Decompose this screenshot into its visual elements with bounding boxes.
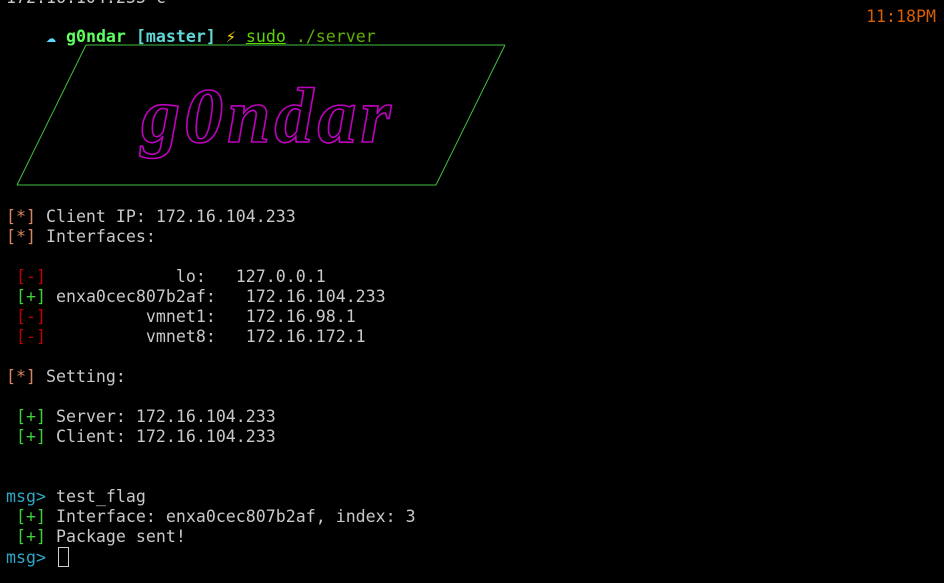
fail-bracket: [-] xyxy=(16,327,46,346)
msg-command: test_flag xyxy=(45,487,146,506)
interface-row: [-] vmnet8: 172.16.172.1 xyxy=(16,327,366,347)
setting-row: [+] Client: 172.16.104.233 xyxy=(16,427,276,447)
log-text: Client IP: 172.16.104.233 xyxy=(35,207,296,226)
interface-row: [-] vmnet1: 172.16.98.1 xyxy=(16,307,356,327)
ok-bracket: [+] xyxy=(16,407,46,426)
interface-text: vmnet1: 172.16.98.1 xyxy=(45,307,356,326)
interface-text: vmnet8: 172.16.172.1 xyxy=(45,327,366,346)
setting-row: [+] Server: 172.16.104.233 xyxy=(16,407,276,427)
result-row: [+] Package sent! xyxy=(16,527,186,547)
log-setting: [*] Setting: xyxy=(6,367,126,387)
prompt-clock: 11:18PM xyxy=(866,7,936,26)
banner-text: g0ndar xyxy=(139,72,395,159)
shell-prompt-line: ☁ g0ndar [master] ⚡ sudo ./server xyxy=(6,7,376,46)
terminal-window[interactable]: 172.16.104.233 c ☁ g0ndar [master] ⚡ sud… xyxy=(0,0,944,583)
msg-command-line: msg> test_flag xyxy=(6,487,146,507)
text-cursor[interactable] xyxy=(57,547,69,567)
msg-prompt: msg> xyxy=(6,548,46,567)
result-text: Package sent! xyxy=(45,527,186,546)
info-bracket: [*] xyxy=(6,227,36,246)
msg-prompt: msg> xyxy=(6,487,46,506)
ascii-banner: g0ndar xyxy=(16,44,506,186)
ok-bracket: [+] xyxy=(16,507,46,526)
interface-row: [-] lo: 127.0.0.1 xyxy=(16,267,326,287)
ok-bracket: [+] xyxy=(16,527,46,546)
info-bracket: [*] xyxy=(6,207,36,226)
log-client-ip: [*] Client IP: 172.16.104.233 xyxy=(6,207,296,227)
log-text: Interfaces: xyxy=(35,227,156,246)
log-interfaces: [*] Interfaces: xyxy=(6,227,156,247)
interface-row: [+] enxa0cec807b2af: 172.16.104.233 xyxy=(16,287,386,307)
interface-text: lo: 127.0.0.1 xyxy=(45,267,326,286)
ok-bracket: [+] xyxy=(16,287,46,306)
fail-bracket: [-] xyxy=(16,267,46,286)
interface-text: enxa0cec807b2af: 172.16.104.233 xyxy=(45,287,386,306)
fail-bracket: [-] xyxy=(16,307,46,326)
setting-text: Server: 172.16.104.233 xyxy=(45,407,276,426)
msg-input-line[interactable]: msg> xyxy=(6,547,69,567)
ok-bracket: [+] xyxy=(16,427,46,446)
info-bracket: [*] xyxy=(6,367,36,386)
result-text: Interface: enxa0cec807b2af, index: 3 xyxy=(45,507,416,526)
result-row: [+] Interface: enxa0cec807b2af, index: 3 xyxy=(16,507,416,527)
setting-text: Client: 172.16.104.233 xyxy=(45,427,276,446)
log-text: Setting: xyxy=(35,367,126,386)
